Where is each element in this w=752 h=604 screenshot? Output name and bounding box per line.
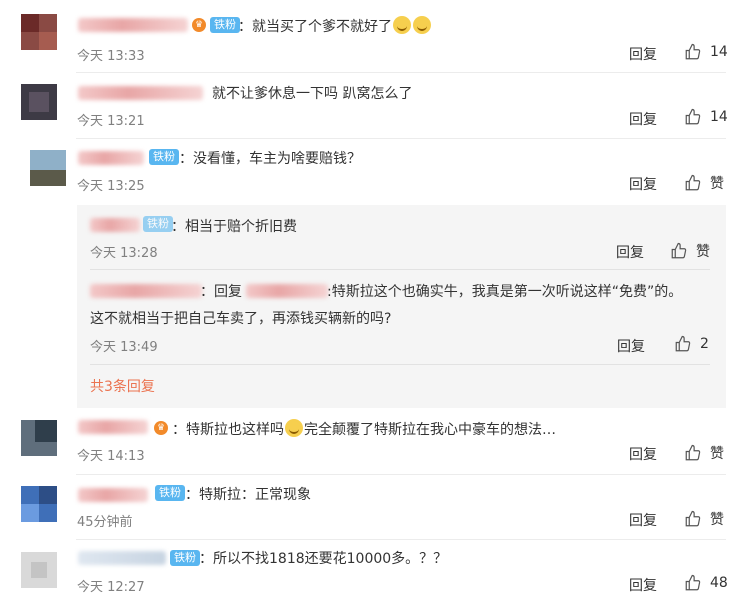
divider — [76, 138, 726, 139]
like-count: 赞 — [710, 176, 724, 192]
comment-time: 今天 14:13 — [77, 449, 145, 464]
like-button[interactable]: 14 — [684, 43, 728, 61]
like-button[interactable]: 赞 — [684, 509, 724, 529]
like-count: 赞 — [710, 512, 724, 528]
comment-text: ：特斯拉也这样吗 完全颠覆了特斯拉在我心中豪车的想法… — [172, 419, 556, 439]
thumbs-up-icon — [685, 444, 701, 461]
avatar[interactable] — [21, 486, 57, 522]
reply-button[interactable]: 回复 — [617, 336, 645, 356]
reply-button[interactable]: 回复 — [616, 242, 644, 262]
user-name[interactable] — [78, 551, 166, 565]
thumbs-up-icon — [675, 335, 691, 352]
emoji-icon — [413, 16, 431, 34]
comment-text: ：就当买了个爹不就好了 — [238, 16, 432, 36]
fan-badge: 铁粉 — [143, 216, 173, 232]
user-name[interactable] — [78, 420, 148, 434]
comment-time: 今天 13:21 — [77, 114, 145, 129]
comment-text: ：没看懂，车主为啥要赔钱？ — [179, 151, 361, 167]
user-name[interactable] — [78, 86, 203, 100]
avatar[interactable] — [21, 14, 57, 50]
reply-button[interactable]: 回复 — [629, 44, 657, 64]
emoji-icon — [393, 16, 411, 34]
vip-crown-icon: ♛ — [192, 18, 206, 32]
user-name[interactable] — [90, 218, 140, 232]
fan-badge: 铁粉 — [170, 550, 200, 566]
like-count: 赞 — [696, 244, 710, 260]
divider — [90, 269, 710, 270]
mentioned-user[interactable] — [246, 284, 328, 298]
emoji-icon — [285, 419, 303, 437]
thumbs-up-icon — [685, 43, 701, 60]
divider — [76, 474, 726, 475]
comment-text: ：特斯拉：正常现象 — [185, 487, 311, 503]
like-count: 48 — [710, 575, 728, 591]
thumbs-up-icon — [685, 174, 701, 191]
comment-text: 就不让爹休息一下吗 趴窝怎么了 — [212, 86, 413, 102]
vip-crown-icon: ♛ — [154, 421, 168, 435]
fan-badge: 铁粉 — [149, 149, 179, 165]
fan-badge: 铁粉 — [155, 485, 185, 501]
divider — [76, 539, 726, 540]
reply-text: :特斯拉这个也确实牛，我真是第一次听说这样“免费”的。 — [327, 284, 683, 300]
reply-button[interactable]: 回复 — [629, 575, 657, 595]
avatar[interactable] — [21, 552, 57, 588]
fan-badge: 铁粉 — [210, 17, 240, 33]
reply-prefix: ：回复 — [200, 284, 242, 300]
comment-text: ：所以不找1818还要花10000多。？？ — [199, 551, 448, 567]
like-button[interactable]: 赞 — [670, 241, 710, 261]
comment-time: 今天 13:33 — [77, 49, 145, 64]
reply-time: 今天 13:28 — [90, 246, 158, 261]
comment-time: 今天 12:27 — [77, 580, 145, 595]
reply-button[interactable]: 回复 — [629, 174, 657, 194]
avatar[interactable] — [21, 420, 57, 456]
thumbs-up-icon — [685, 574, 701, 591]
user-name[interactable] — [78, 488, 148, 502]
like-button[interactable]: 赞 — [684, 443, 724, 463]
avatar[interactable] — [21, 84, 57, 120]
like-count: 赞 — [710, 446, 724, 462]
reply-button[interactable]: 回复 — [629, 109, 657, 129]
reply-text: ：相当于赔个折旧费 — [171, 219, 297, 235]
reply-time: 今天 13:49 — [90, 340, 158, 355]
user-name[interactable] — [90, 284, 202, 298]
comment-time: 45分钟前 — [77, 515, 133, 530]
like-count: 2 — [700, 336, 709, 352]
like-button[interactable]: 14 — [684, 108, 728, 126]
thumbs-up-icon — [671, 242, 687, 259]
like-count: 14 — [710, 44, 728, 60]
like-button[interactable]: 赞 — [684, 173, 724, 193]
reply-button[interactable]: 回复 — [629, 444, 657, 464]
divider — [90, 364, 710, 365]
reply-text: 这不就相当于把自己车卖了，再添钱买辆新的吗? — [90, 311, 392, 327]
divider — [76, 72, 726, 73]
reply-button[interactable]: 回复 — [629, 510, 657, 530]
avatar[interactable] — [30, 150, 66, 186]
user-name[interactable] — [78, 18, 188, 32]
thumbs-up-icon — [685, 108, 701, 125]
thumbs-up-icon — [685, 510, 701, 527]
user-name[interactable] — [78, 151, 144, 165]
like-button[interactable]: 2 — [674, 335, 709, 353]
more-replies-link[interactable]: 共3条回复 — [90, 376, 155, 396]
like-button[interactable]: 48 — [684, 574, 728, 592]
like-count: 14 — [710, 109, 728, 125]
comment-time: 今天 13:25 — [77, 179, 145, 194]
